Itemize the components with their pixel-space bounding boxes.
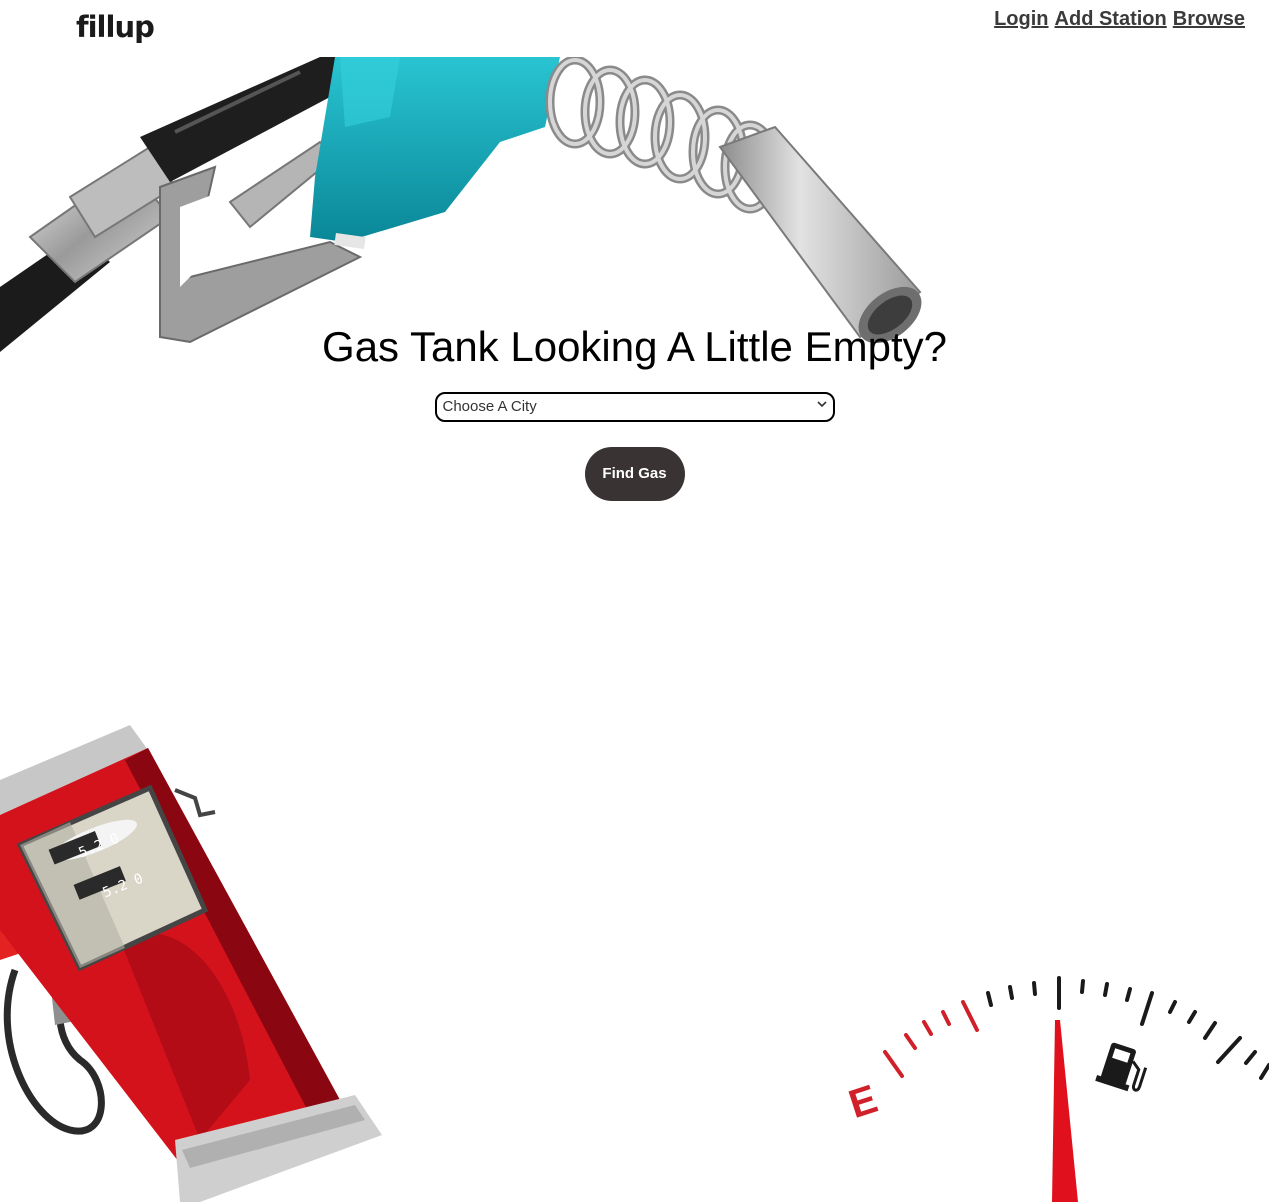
chevron-down-icon (816, 401, 827, 408)
city-select-value: Choose A City (442, 398, 537, 415)
nav-login-link[interactable]: Login (994, 8, 1048, 31)
page: fillup Login Add Station Browse Gas Tank… (0, 0, 1269, 1202)
nav-browse-link[interactable]: Browse (1173, 8, 1245, 31)
hero-section: Gas Tank Looking A Little Empty? Choose … (0, 323, 1269, 501)
hero-title: Gas Tank Looking A Little Empty? (322, 323, 947, 370)
nav-add-station-link[interactable]: Add Station (1055, 8, 1167, 31)
header: fillup Login Add Station Browse (0, 0, 1269, 57)
fuel-pump-icon (1095, 1042, 1148, 1092)
city-select[interactable]: Choose A City (434, 392, 835, 422)
gas-pump-image (0, 725, 382, 1202)
find-gas-button[interactable]: Find Gas (584, 447, 685, 501)
nav-links: Login Add Station Browse (994, 8, 1245, 31)
logo[interactable]: fillup (76, 10, 155, 44)
fuel-gauge-image (883, 976, 1269, 1202)
